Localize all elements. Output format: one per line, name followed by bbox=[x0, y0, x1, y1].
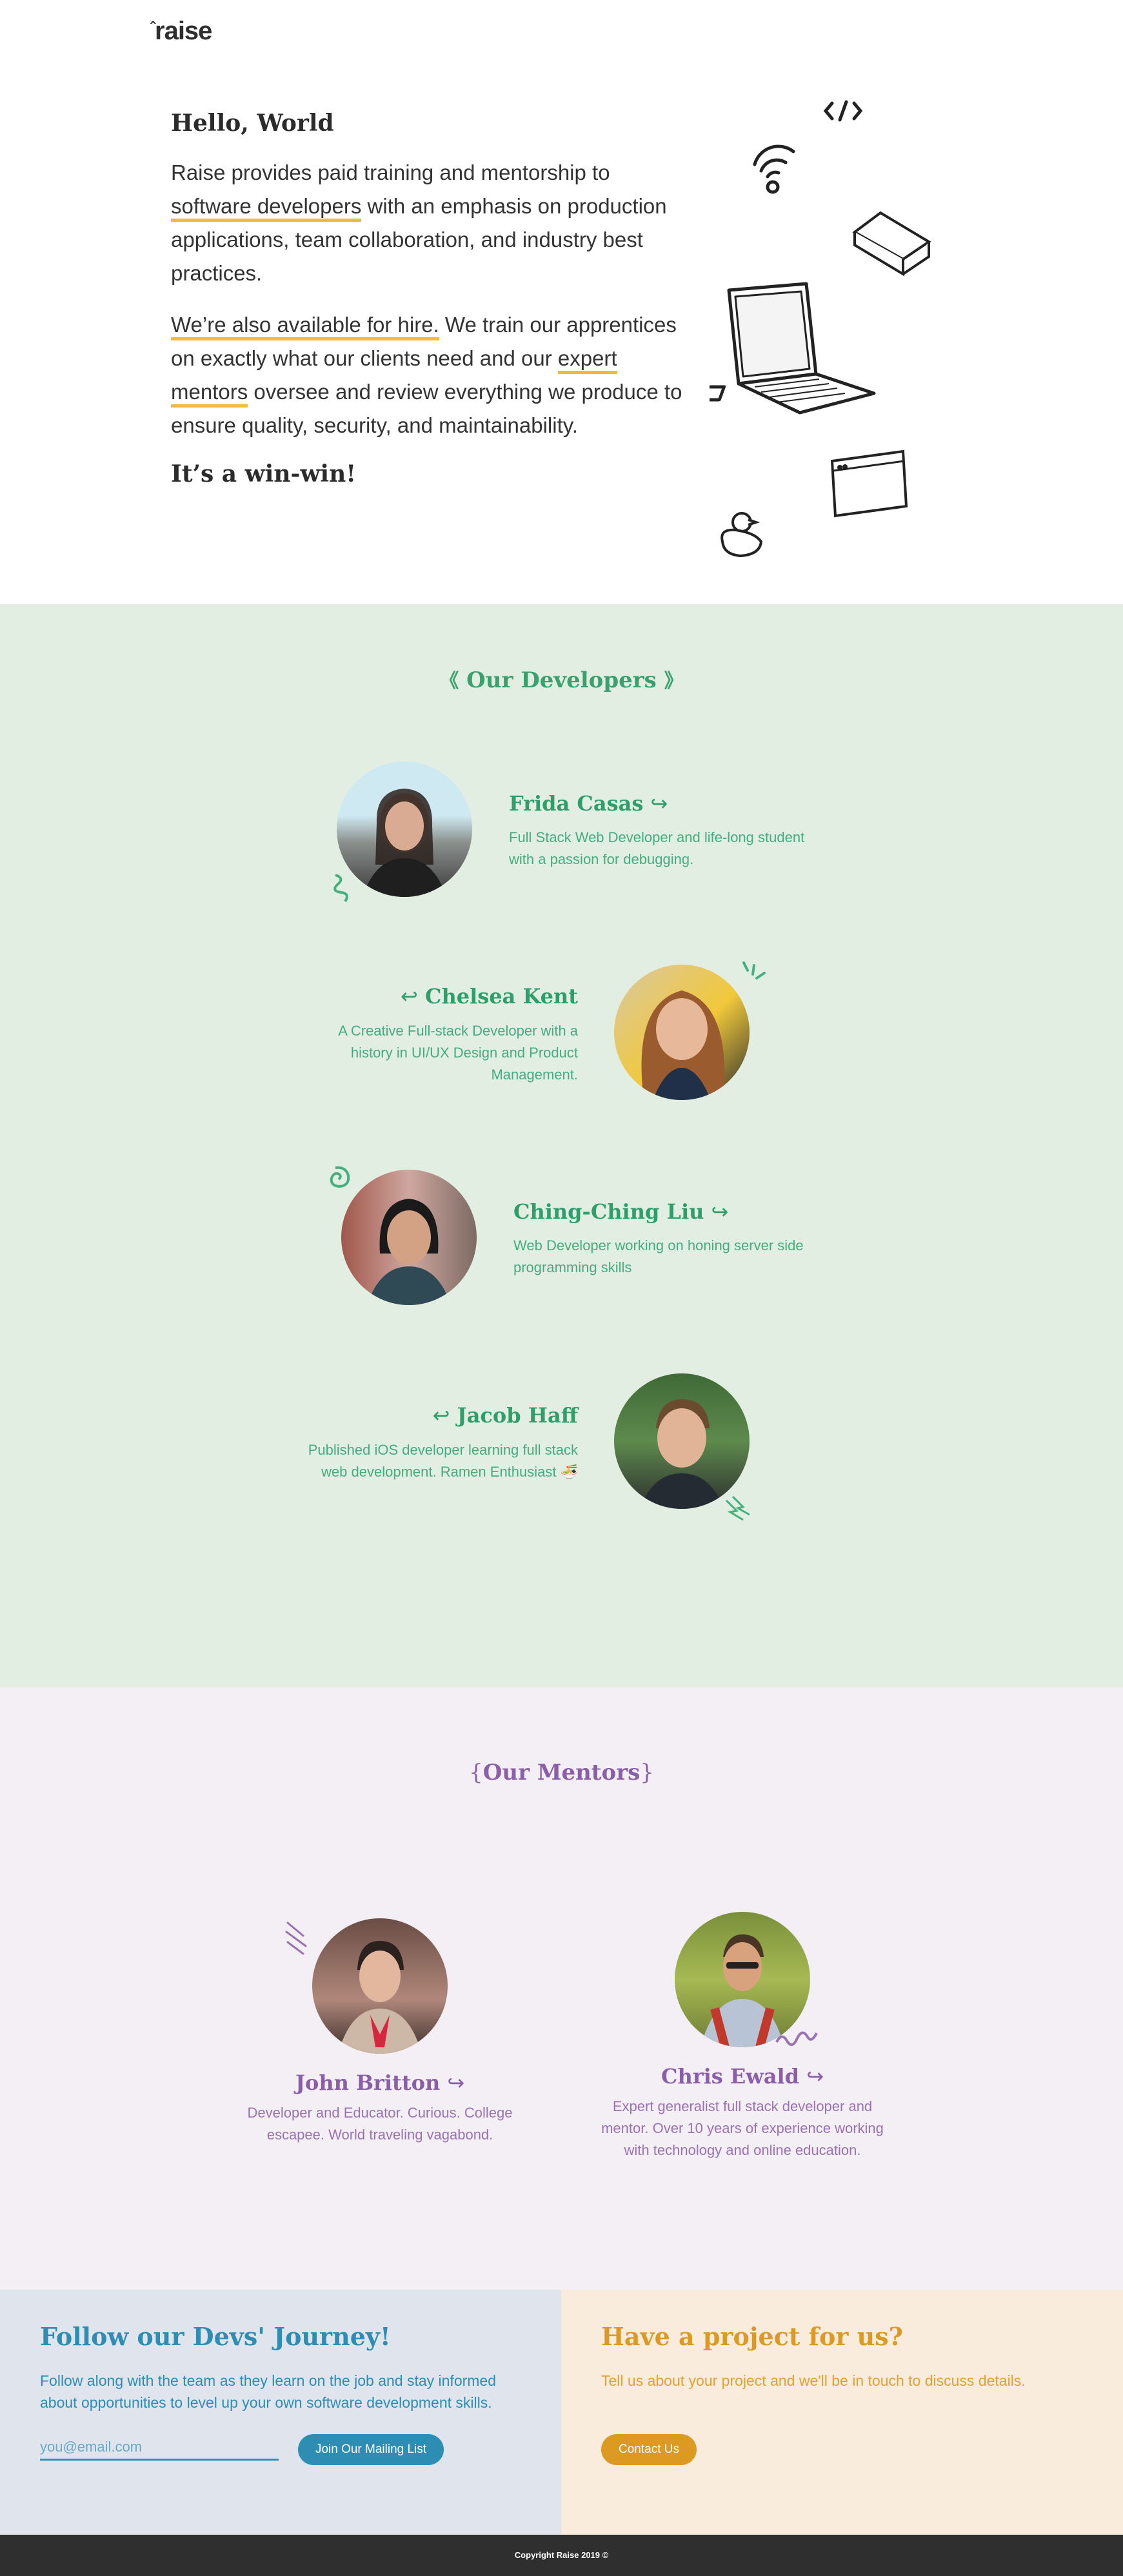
software-developers-link[interactable]: software developers bbox=[171, 194, 362, 222]
dev-name-text: Ching-Ching Liu bbox=[513, 1199, 704, 1224]
dev-name-ching-ching-liu[interactable]: Ching-Ching Liu ↪ bbox=[513, 1199, 728, 1224]
arrow-left-icon: ↩ bbox=[432, 1403, 450, 1428]
book-icon bbox=[852, 211, 931, 277]
avatar-chelsea-kent bbox=[614, 965, 750, 1100]
doodle-illustrations bbox=[710, 100, 931, 558]
follow-text: Follow along with the team as they learn… bbox=[40, 2372, 497, 2411]
copyright-text: Copyright Raise 2019 © bbox=[514, 2550, 609, 2560]
hire-link[interactable]: We’re also available for hire. bbox=[171, 313, 439, 340]
dev-desc-ching-ching-liu: Web Developer working on honing server s… bbox=[513, 1237, 804, 1275]
mentors-section: {Our Mentors} John Britton ↪ Developer a… bbox=[0, 1687, 1123, 2290]
developers-title: 《 Our Developers 》 bbox=[0, 665, 1123, 693]
browser-window-icon bbox=[830, 449, 908, 518]
wifi-icon bbox=[753, 144, 795, 194]
footer: Copyright Raise 2019 © bbox=[0, 2535, 1123, 2576]
mentor-name-text: John Britton bbox=[295, 2070, 441, 2095]
chevron-right-icon: 》 bbox=[664, 670, 684, 693]
mentors-title: {Our Mentors} bbox=[0, 1760, 1123, 1785]
avatar-jacob-haff bbox=[614, 1373, 750, 1509]
project-title: Have a project for us? bbox=[601, 2322, 903, 2351]
intro-p1-pre: Raise provides paid training and mentors… bbox=[171, 161, 610, 184]
dev-name-text: Frida Casas bbox=[509, 791, 644, 816]
chevron-left-icon: 《 bbox=[439, 670, 459, 693]
intro-paragraph-2: We’re also available for hire. We train … bbox=[171, 308, 687, 442]
developers-title-text: Our Developers bbox=[466, 667, 657, 693]
squiggle-decoration bbox=[775, 2031, 818, 2046]
project-section: Have a project for us? Tell us about you… bbox=[561, 2290, 1123, 2535]
raise-logo[interactable]: ˆraise bbox=[150, 17, 212, 46]
dev-name-frida-casas[interactable]: Frida Casas ↪ bbox=[509, 791, 668, 816]
spiral-decoration bbox=[330, 1166, 350, 1188]
dev-name-text: Jacob Haff bbox=[457, 1403, 578, 1428]
mentor-desc-chris-ewald: Expert generalist full stack developer a… bbox=[601, 2098, 884, 2158]
join-mailing-list-button[interactable]: Join Our Mailing List bbox=[298, 2434, 444, 2465]
dev-desc-chelsea-kent: A Creative Full-stack Developer with a h… bbox=[338, 1023, 578, 1083]
follow-journey-section: Follow our Devs' Journey! Follow along w… bbox=[0, 2290, 561, 2535]
mentors-title-text: Our Mentors bbox=[482, 1760, 641, 1785]
sparkle-decoration bbox=[742, 961, 766, 979]
mentor-desc-john-britton: Developer and Educator. Curious. College… bbox=[247, 2105, 513, 2143]
intro-heading: Hello, World bbox=[171, 110, 334, 137]
follow-title: Follow our Devs' Journey! bbox=[40, 2322, 391, 2351]
person-silhouette bbox=[338, 1941, 422, 2054]
arrow-right-icon: ↪ bbox=[711, 1199, 729, 1224]
avatar-ching-ching-liu bbox=[341, 1170, 477, 1305]
mentor-name-chris-ewald[interactable]: Chris Ewald ↪ bbox=[610, 2064, 875, 2089]
brace-left-icon: { bbox=[469, 1760, 483, 1785]
rubber-duck-icon bbox=[721, 512, 763, 558]
squiggle-decoration bbox=[333, 874, 348, 903]
arrow-right-icon: ↪ bbox=[806, 2064, 824, 2089]
laptop-icon bbox=[710, 282, 876, 415]
person-silhouette bbox=[640, 1399, 724, 1509]
email-input[interactable] bbox=[40, 2435, 279, 2461]
dev-name-chelsea-kent[interactable]: ↩ Chelsea Kent bbox=[361, 984, 578, 1008]
dev-desc-frida-casas: Full Stack Web Developer and life-long s… bbox=[509, 829, 805, 867]
project-text: Tell us about your project and we'll be … bbox=[601, 2372, 1026, 2389]
intro-p2-post: oversee and review everything we produce… bbox=[171, 380, 682, 437]
brace-right-icon: } bbox=[640, 1760, 654, 1785]
arrow-right-icon: ↪ bbox=[650, 791, 668, 816]
arrow-right-icon: ↪ bbox=[447, 2070, 465, 2095]
person-silhouette bbox=[367, 1199, 451, 1305]
code-brackets-icon bbox=[823, 100, 863, 122]
dev-name-text: Chelsea Kent bbox=[424, 984, 578, 1008]
dev-desc-jacob-haff: Published iOS developer learning full st… bbox=[308, 1442, 578, 1480]
win-win-text: It’s a win-win! bbox=[171, 460, 357, 487]
dev-name-jacob-haff[interactable]: ↩ Jacob Haff bbox=[361, 1403, 578, 1428]
hatch-decoration bbox=[285, 1922, 307, 1955]
contact-us-button[interactable]: Contact Us bbox=[601, 2434, 697, 2465]
intro-section: Hello, World Raise provides paid trainin… bbox=[171, 110, 687, 487]
logo-caret: ˆ bbox=[150, 19, 155, 37]
developers-section: 《 Our Developers 》 Frida Casas ↪ Full St… bbox=[0, 604, 1123, 1687]
intro-paragraph-1: Raise provides paid training and mentors… bbox=[171, 156, 687, 290]
avatar-john-britton bbox=[312, 1918, 448, 2054]
mentor-name-john-britton[interactable]: John Britton ↪ bbox=[248, 2070, 512, 2095]
logo-text: raise bbox=[155, 17, 212, 45]
arrow-left-icon: ↩ bbox=[401, 984, 418, 1008]
zigzag-decoration bbox=[725, 1495, 750, 1521]
person-silhouette bbox=[641, 990, 725, 1100]
mentor-name-text: Chris Ewald bbox=[661, 2064, 800, 2089]
